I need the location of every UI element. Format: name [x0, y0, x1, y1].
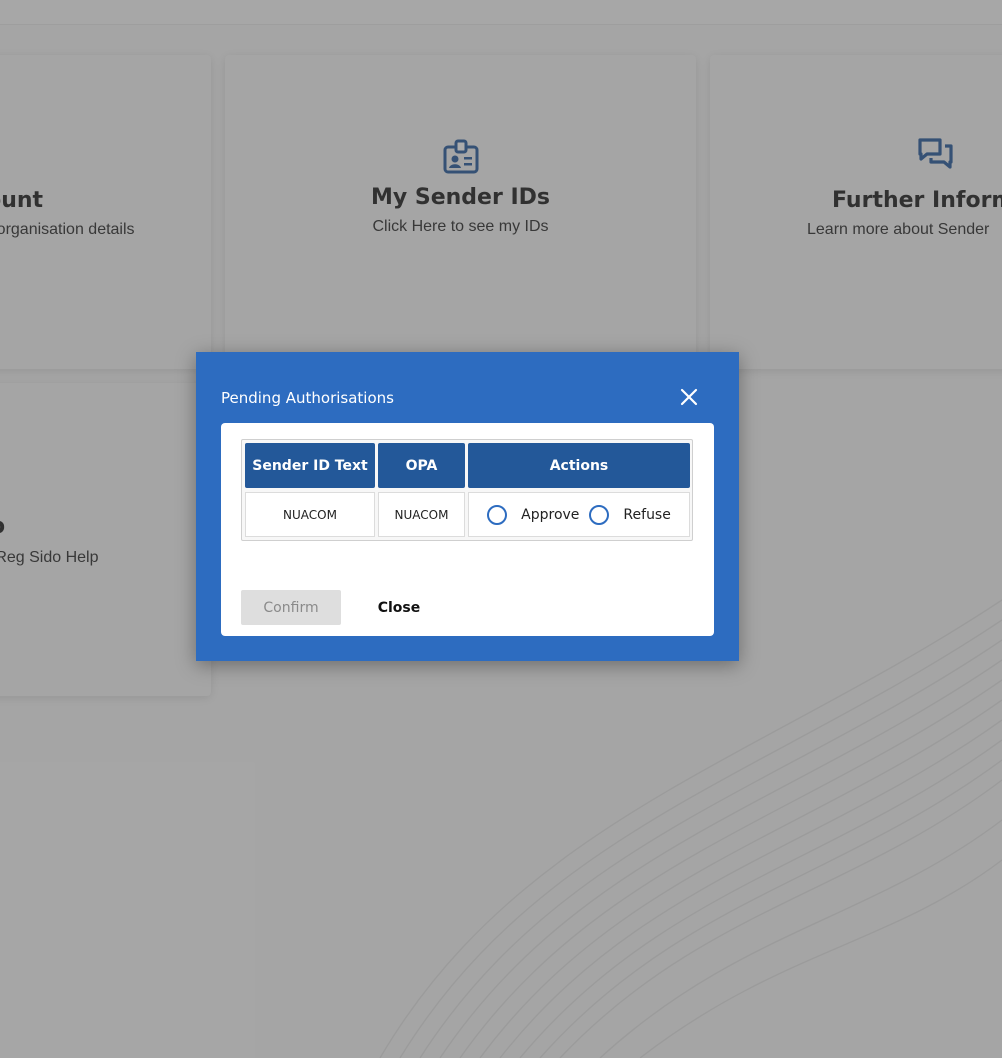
column-header-actions: Actions	[468, 443, 690, 488]
pending-authorisations-modal: Pending Authorisations Sender ID Text OP…	[196, 352, 739, 661]
column-header-opa: OPA	[378, 443, 465, 488]
refuse-option[interactable]: Refuse	[589, 504, 671, 525]
approve-option[interactable]: Approve	[487, 504, 579, 525]
close-icon[interactable]	[678, 386, 700, 408]
column-header-sender-id-text: Sender ID Text	[245, 443, 375, 488]
refuse-label[interactable]: Refuse	[623, 507, 670, 523]
close-button[interactable]: Close	[371, 590, 427, 625]
approve-label[interactable]: Approve	[521, 507, 579, 523]
approve-radio[interactable]	[487, 504, 508, 525]
modal-title: Pending Authorisations	[221, 389, 394, 407]
cell-opa: NUACOM	[378, 492, 465, 537]
approve-refuse-radio-group: Approve Refuse	[487, 504, 671, 525]
confirm-button[interactable]: Confirm	[241, 590, 341, 625]
refuse-radio[interactable]	[589, 504, 610, 525]
cell-actions: Approve Refuse	[468, 492, 690, 537]
modal-body: Sender ID Text OPA Actions NUACOM NUACOM…	[221, 423, 714, 636]
authorisations-table: Sender ID Text OPA Actions NUACOM NUACOM…	[241, 439, 693, 541]
cell-sender-id-text: NUACOM	[245, 492, 375, 537]
